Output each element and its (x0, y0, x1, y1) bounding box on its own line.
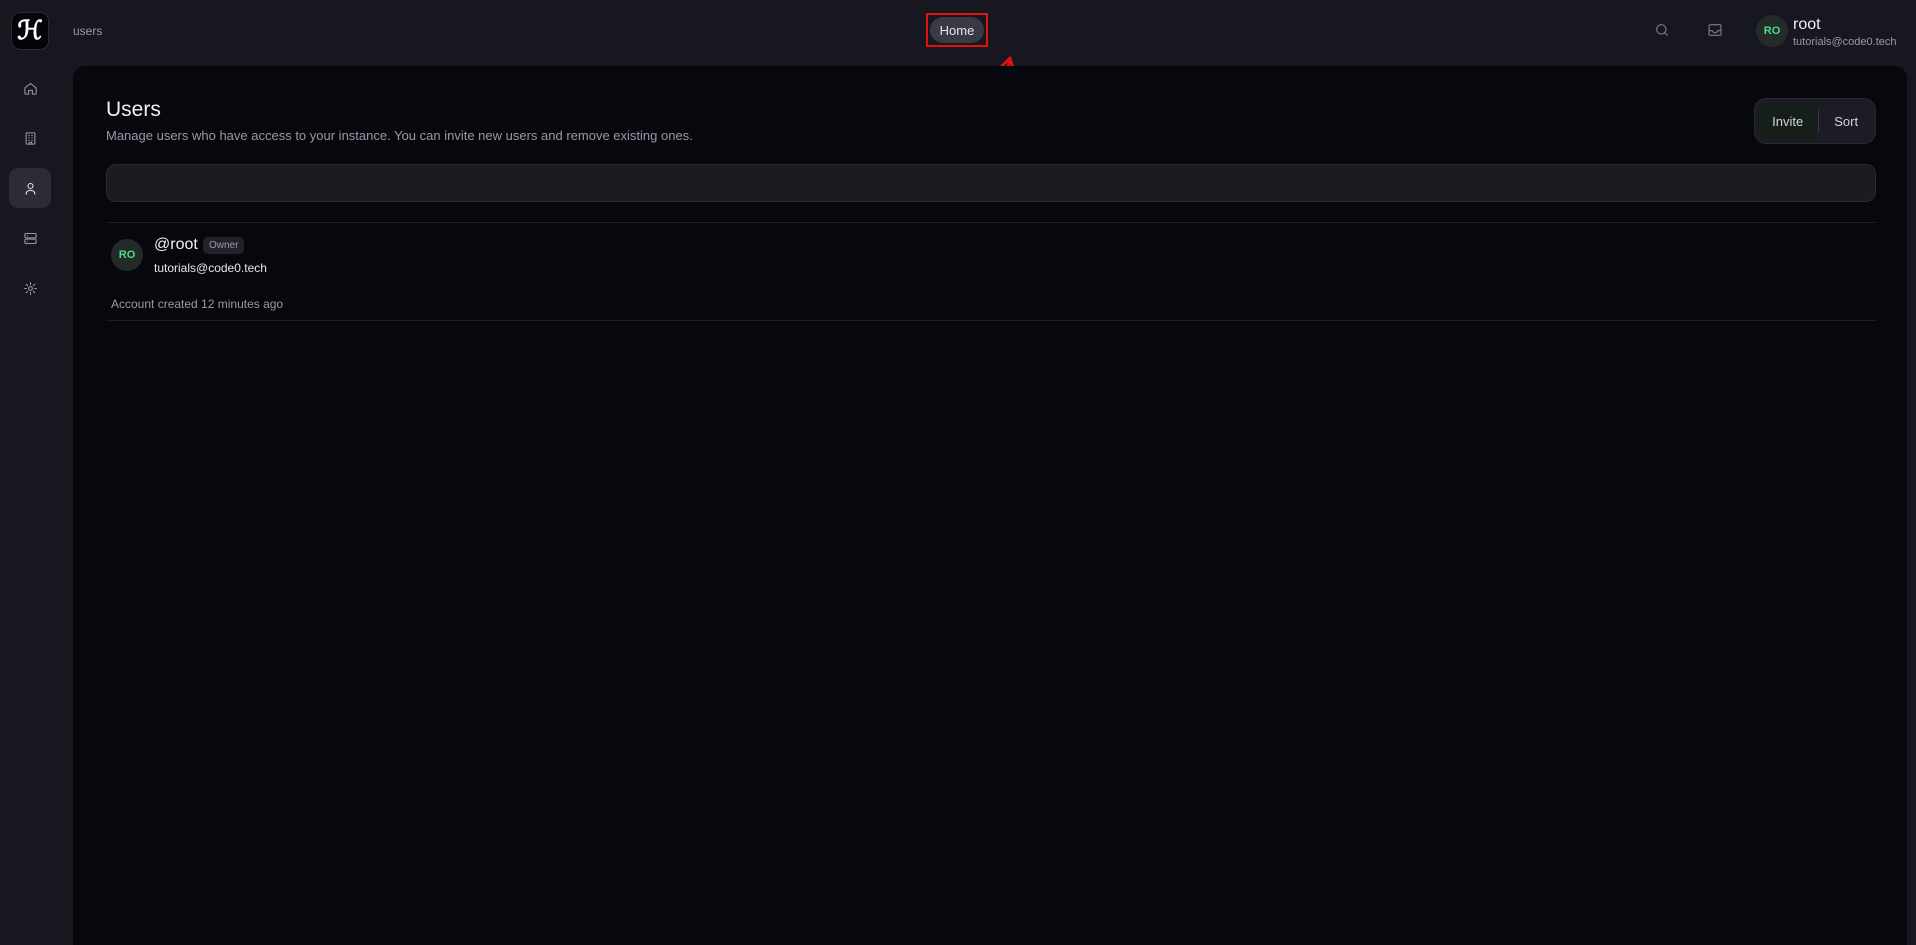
user-name[interactable]: root (1793, 16, 1821, 34)
user-list: RO @root Owner tutorials@code0.tech Acco… (106, 222, 1876, 321)
user-handle: @root (154, 236, 198, 253)
server-icon (23, 232, 37, 244)
page-title: Users (106, 98, 161, 121)
avatar[interactable]: RO (1756, 15, 1788, 47)
sort-button[interactable]: Sort (1820, 102, 1872, 140)
logo[interactable]: ℋ (11, 12, 49, 50)
sidebar-item-organizations[interactable] (9, 118, 51, 158)
highlight-box: Home (926, 13, 988, 47)
action-button-group: Invite Sort (1754, 98, 1876, 144)
button-divider (1818, 110, 1820, 132)
status-badge: Owner (203, 237, 245, 254)
home-button[interactable]: Home (929, 17, 985, 43)
search-input[interactable] (106, 164, 1876, 202)
user-icon (25, 182, 35, 195)
top-bar: users Home RO root tutorials@code0.tech (60, 0, 1916, 122)
account-created-text: Account created 12 minutes ago (111, 297, 284, 311)
main-panel: Users Manage users who have access to yo… (73, 66, 1907, 945)
page-subtitle: Manage users who have access to your ins… (106, 128, 693, 143)
user-email: tutorials@code0.tech (154, 261, 267, 275)
logo-icon: ℋ (17, 16, 43, 46)
invite-button[interactable]: Invite (1758, 102, 1818, 140)
home-icon (23, 82, 37, 95)
app-window: ℋ users Home RO root tutorials@code0.tec… (0, 0, 1916, 945)
search-icon[interactable] (1654, 22, 1670, 38)
breadcrumb[interactable]: users (73, 24, 102, 38)
building-icon (25, 131, 35, 145)
user-email: tutorials@code0.tech (1793, 36, 1897, 48)
gear-icon (23, 281, 37, 295)
inbox-icon[interactable] (1707, 22, 1723, 38)
sidebar-item-home[interactable] (9, 68, 51, 108)
sidebar-item-runtimes[interactable] (9, 218, 51, 258)
sidebar-item-users[interactable] (9, 168, 51, 208)
sidebar-item-settings[interactable] (9, 268, 51, 308)
avatar: RO (111, 239, 143, 271)
sidebar: ℋ (0, 0, 60, 945)
